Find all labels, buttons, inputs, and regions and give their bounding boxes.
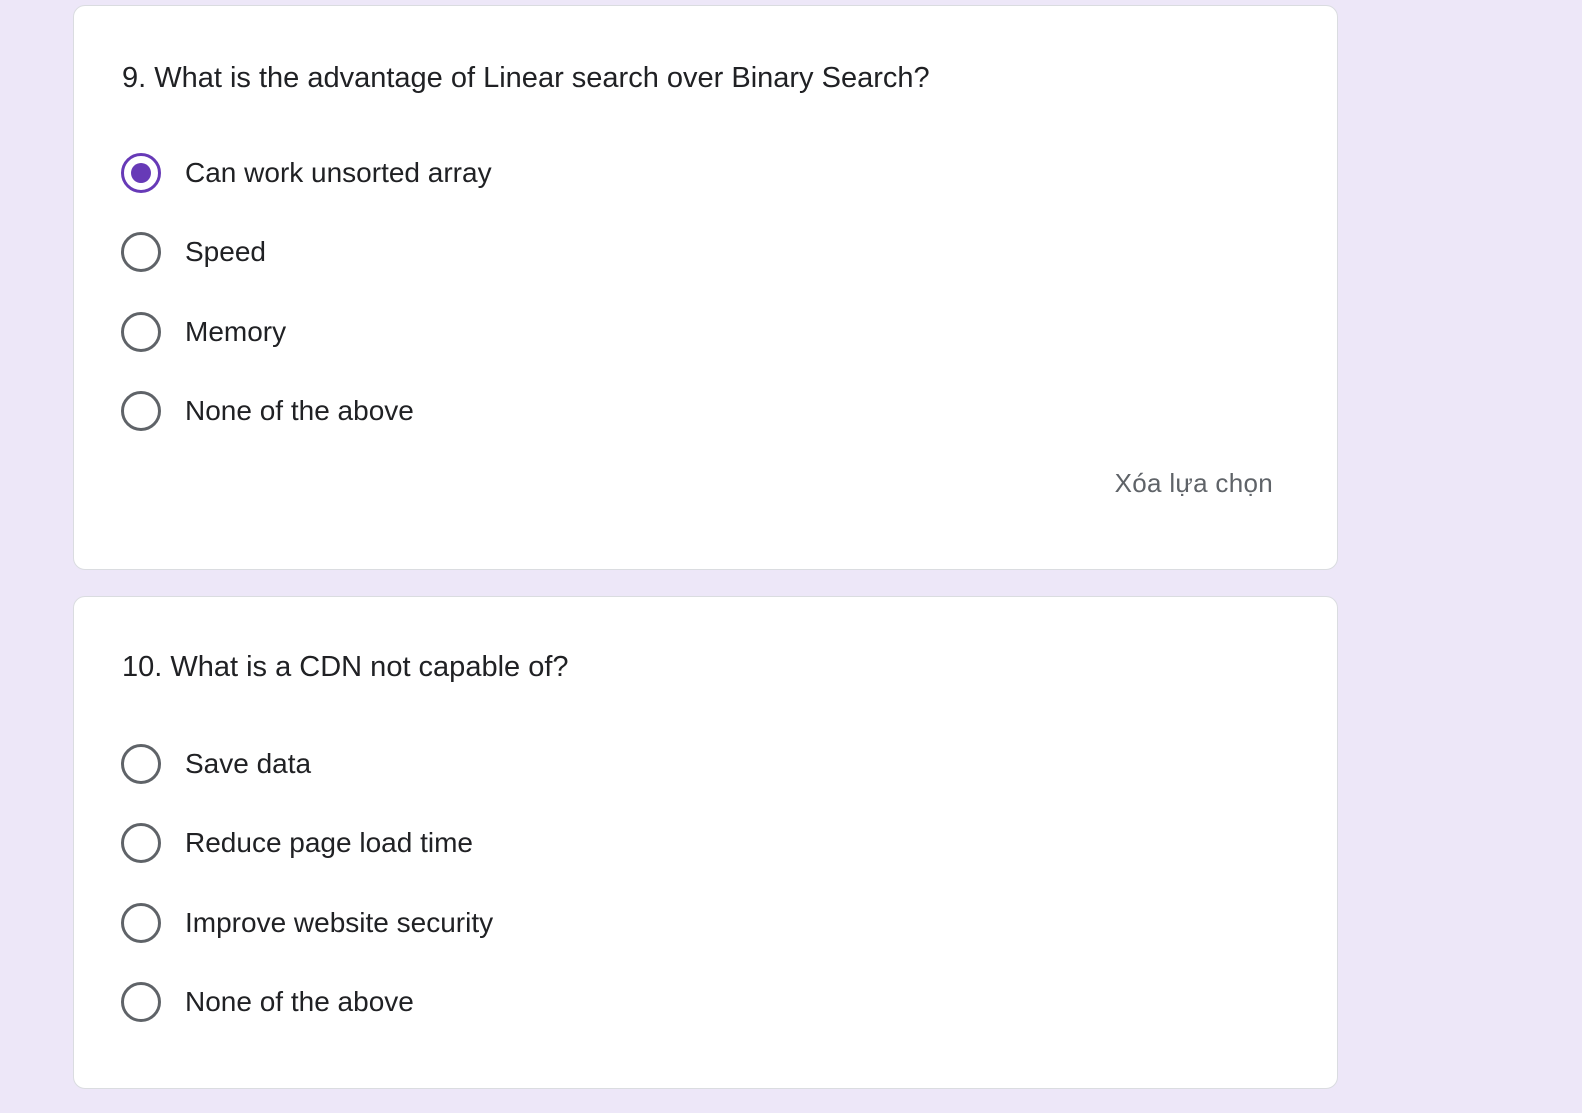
option-label: Can work unsorted array [185, 157, 492, 188]
option-label: Reduce page load time [185, 827, 473, 858]
option-label: None of the above [185, 395, 414, 426]
radio-unselected-icon[interactable] [121, 232, 161, 272]
option-none-of-the-above[interactable]: None of the above [121, 389, 414, 433]
option-label: Memory [185, 316, 287, 347]
clear-selection-button[interactable]: Xóa lựa chọn [1115, 468, 1273, 499]
option-improve-website-security[interactable]: Improve website security [121, 901, 493, 945]
radio-unselected-icon[interactable] [121, 312, 161, 352]
option-reduce-page-load-time[interactable]: Reduce page load time [121, 821, 473, 865]
question-card-10: 10. What is a CDN not capable of? Save d… [73, 596, 1338, 1089]
option-label: Speed [185, 236, 266, 267]
radio-unselected-icon[interactable] [121, 823, 161, 863]
option-label: Improve website security [185, 907, 494, 938]
radio-unselected-icon[interactable] [121, 391, 161, 431]
option-can-work-unsorted-array[interactable]: Can work unsorted array [121, 151, 492, 195]
radio-unselected-icon[interactable] [121, 903, 161, 943]
option-memory[interactable]: Memory [121, 310, 286, 354]
radio-selected-icon[interactable] [121, 153, 161, 193]
question-title: 10. What is a CDN not capable of? [122, 651, 569, 683]
question-card-9: 9. What is the advantage of Linear searc… [73, 5, 1338, 570]
option-none-of-the-above[interactable]: None of the above [121, 980, 414, 1024]
option-speed[interactable]: Speed [121, 230, 266, 274]
question-title: 9. What is the advantage of Linear searc… [122, 62, 930, 94]
radio-unselected-icon[interactable] [121, 982, 161, 1022]
option-label: None of the above [185, 986, 414, 1017]
option-label: Save data [185, 748, 312, 779]
radio-unselected-icon[interactable] [121, 744, 161, 784]
option-save-data[interactable]: Save data [121, 742, 311, 786]
